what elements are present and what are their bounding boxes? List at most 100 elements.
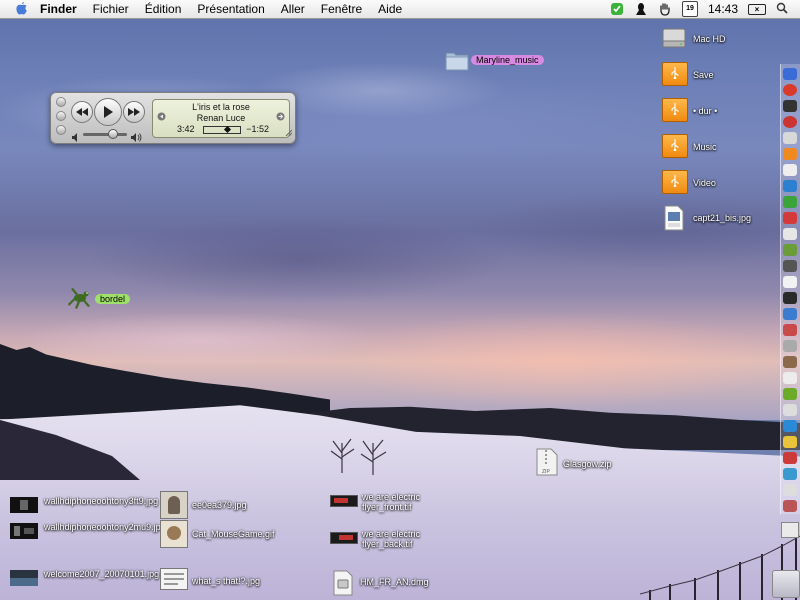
image-thumbnail[interactable] <box>10 570 38 586</box>
lcd-display: L'iris et la rose Renan Luce 3:42 −1:52 <box>152 99 290 138</box>
app-dock-icon[interactable] <box>783 100 797 112</box>
app-dock-icon[interactable] <box>783 84 797 96</box>
trash-icon[interactable] <box>772 570 800 598</box>
app-dock-icon[interactable] <box>783 228 797 240</box>
volume-label: • dur • <box>693 106 718 116</box>
image-thumbnail[interactable] <box>10 497 38 513</box>
app-dock-icon[interactable] <box>783 356 797 368</box>
app-dock-icon[interactable] <box>783 340 797 352</box>
image-thumbnail[interactable] <box>330 532 358 544</box>
zip-file-icon[interactable]: ZIP <box>536 448 558 476</box>
volume-slider[interactable] <box>83 133 127 136</box>
app-dock-icon[interactable] <box>783 388 797 400</box>
track-artist: Renan Luce <box>196 113 246 123</box>
app-dock-icon[interactable] <box>783 196 797 208</box>
app-dock-icon[interactable] <box>783 452 797 464</box>
app-dock-icon[interactable] <box>783 244 797 256</box>
image-thumbnail[interactable] <box>160 491 188 519</box>
gecko-icon[interactable] <box>66 286 94 310</box>
menu-presentation[interactable]: Présentation <box>189 0 272 18</box>
volume-high-icon <box>131 129 142 147</box>
progress-bar[interactable] <box>203 125 241 134</box>
finder-dock-icon[interactable] <box>783 68 797 80</box>
minimize-button[interactable] <box>56 111 66 121</box>
app-dock-icon[interactable] <box>783 308 797 320</box>
menu-clock[interactable]: 14:43 <box>708 2 738 16</box>
play-button[interactable] <box>94 98 122 126</box>
app-dock-icon[interactable] <box>783 132 797 144</box>
usb-drive-icon[interactable] <box>662 62 688 86</box>
close-button[interactable] <box>56 97 66 107</box>
app-dock-icon[interactable] <box>783 292 797 304</box>
file-label: we are electric flyer_front.tif <box>362 492 421 512</box>
menu-aide[interactable]: Aide <box>370 0 410 18</box>
bare-tree-icon <box>360 439 387 475</box>
app-dock-icon[interactable] <box>783 164 797 176</box>
app-dock-icon[interactable] <box>783 324 797 336</box>
app-dock-icon[interactable] <box>783 180 797 192</box>
volume-low-icon <box>72 129 81 147</box>
volume-label: Mac HD <box>693 34 726 44</box>
file-label: wallhdiphoneoohtony3ft9.jpg <box>44 496 159 506</box>
menu-aller[interactable]: Aller <box>273 0 313 18</box>
zoom-button[interactable] <box>56 125 66 135</box>
hand-icon[interactable] <box>658 2 672 16</box>
remaining-time: −1:52 <box>246 124 269 134</box>
next-track-button[interactable] <box>123 101 145 123</box>
gecko-label[interactable]: bordel <box>95 294 131 304</box>
image-thumbnail[interactable] <box>160 520 188 548</box>
elapsed-time: 3:42 <box>177 124 195 134</box>
app-dock-icon[interactable] <box>783 212 797 224</box>
file-label: Glasgow.zip <box>563 459 612 469</box>
progress-diamond-icon[interactable] <box>223 125 231 134</box>
usb-drive-icon[interactable] <box>662 134 688 158</box>
skype-dock-icon[interactable] <box>783 420 797 432</box>
itunes-mini-player[interactable]: L'iris et la rose Renan Luce 3:42 −1:52 <box>50 92 296 144</box>
volume-label: Save <box>693 70 714 80</box>
menu-fenetre[interactable]: Fenêtre <box>313 0 370 18</box>
usb-drive-icon[interactable] <box>662 98 688 122</box>
image-thumbnail[interactable] <box>160 568 188 590</box>
resize-grip-icon[interactable] <box>284 123 293 141</box>
app-dock-icon[interactable] <box>783 372 797 384</box>
file-label: ee0ea379.jpg <box>192 500 247 510</box>
file-label: capt21_bis.jpg <box>693 213 752 223</box>
folder-icon[interactable] <box>445 48 469 72</box>
app-dock-icon[interactable] <box>783 500 797 512</box>
app-dock-icon[interactable] <box>783 276 797 288</box>
app-dock-icon[interactable] <box>783 468 797 480</box>
vlc-dock-icon[interactable] <box>783 148 797 160</box>
display-mode-icon[interactable] <box>276 112 285 123</box>
green-status-icon[interactable] <box>610 2 624 16</box>
calendar-icon[interactable]: 19 <box>681 1 698 17</box>
menu-bar: Finder Fichier Édition Présentation Alle… <box>0 0 800 19</box>
folder-label[interactable]: Maryline_music <box>471 55 544 65</box>
battery-icon[interactable]: × <box>748 3 766 15</box>
usb-drive-icon[interactable] <box>662 170 688 194</box>
hard-drive-icon[interactable] <box>662 26 686 50</box>
file-label: wallhdiphoneoohtony2mu9.jpg <box>44 522 166 532</box>
menu-finder[interactable]: Finder <box>32 0 85 18</box>
app-dock-icon[interactable] <box>783 436 797 448</box>
image-thumbnail[interactable] <box>10 523 38 539</box>
app-dock-icon[interactable] <box>783 260 797 272</box>
previous-track-button[interactable] <box>71 101 93 123</box>
snapback-icon[interactable] <box>157 112 166 123</box>
file-label: welcome2007_20070101.jpg <box>44 569 160 579</box>
jpeg-file-icon[interactable] <box>664 205 684 231</box>
bare-tree-icon <box>330 438 355 473</box>
image-thumbnail[interactable] <box>330 495 358 507</box>
user-silhouette-icon[interactable] <box>634 2 648 16</box>
spotlight-search-icon[interactable] <box>776 2 790 16</box>
apple-menu-icon[interactable] <box>10 1 32 18</box>
app-dock-icon[interactable] <box>783 484 797 496</box>
disk-image-icon[interactable] <box>333 570 353 596</box>
menu-fichier[interactable]: Fichier <box>85 0 137 18</box>
dock-document-icon[interactable] <box>781 522 799 538</box>
app-dock-icon[interactable] <box>783 404 797 416</box>
menu-edition[interactable]: Édition <box>137 0 190 18</box>
file-label: what_s that!?.jpg <box>192 576 261 586</box>
file-label: we are electric flyer_back.tif <box>362 529 421 549</box>
volume-slider-knob[interactable] <box>107 129 118 139</box>
app-dock-icon[interactable] <box>783 116 797 128</box>
